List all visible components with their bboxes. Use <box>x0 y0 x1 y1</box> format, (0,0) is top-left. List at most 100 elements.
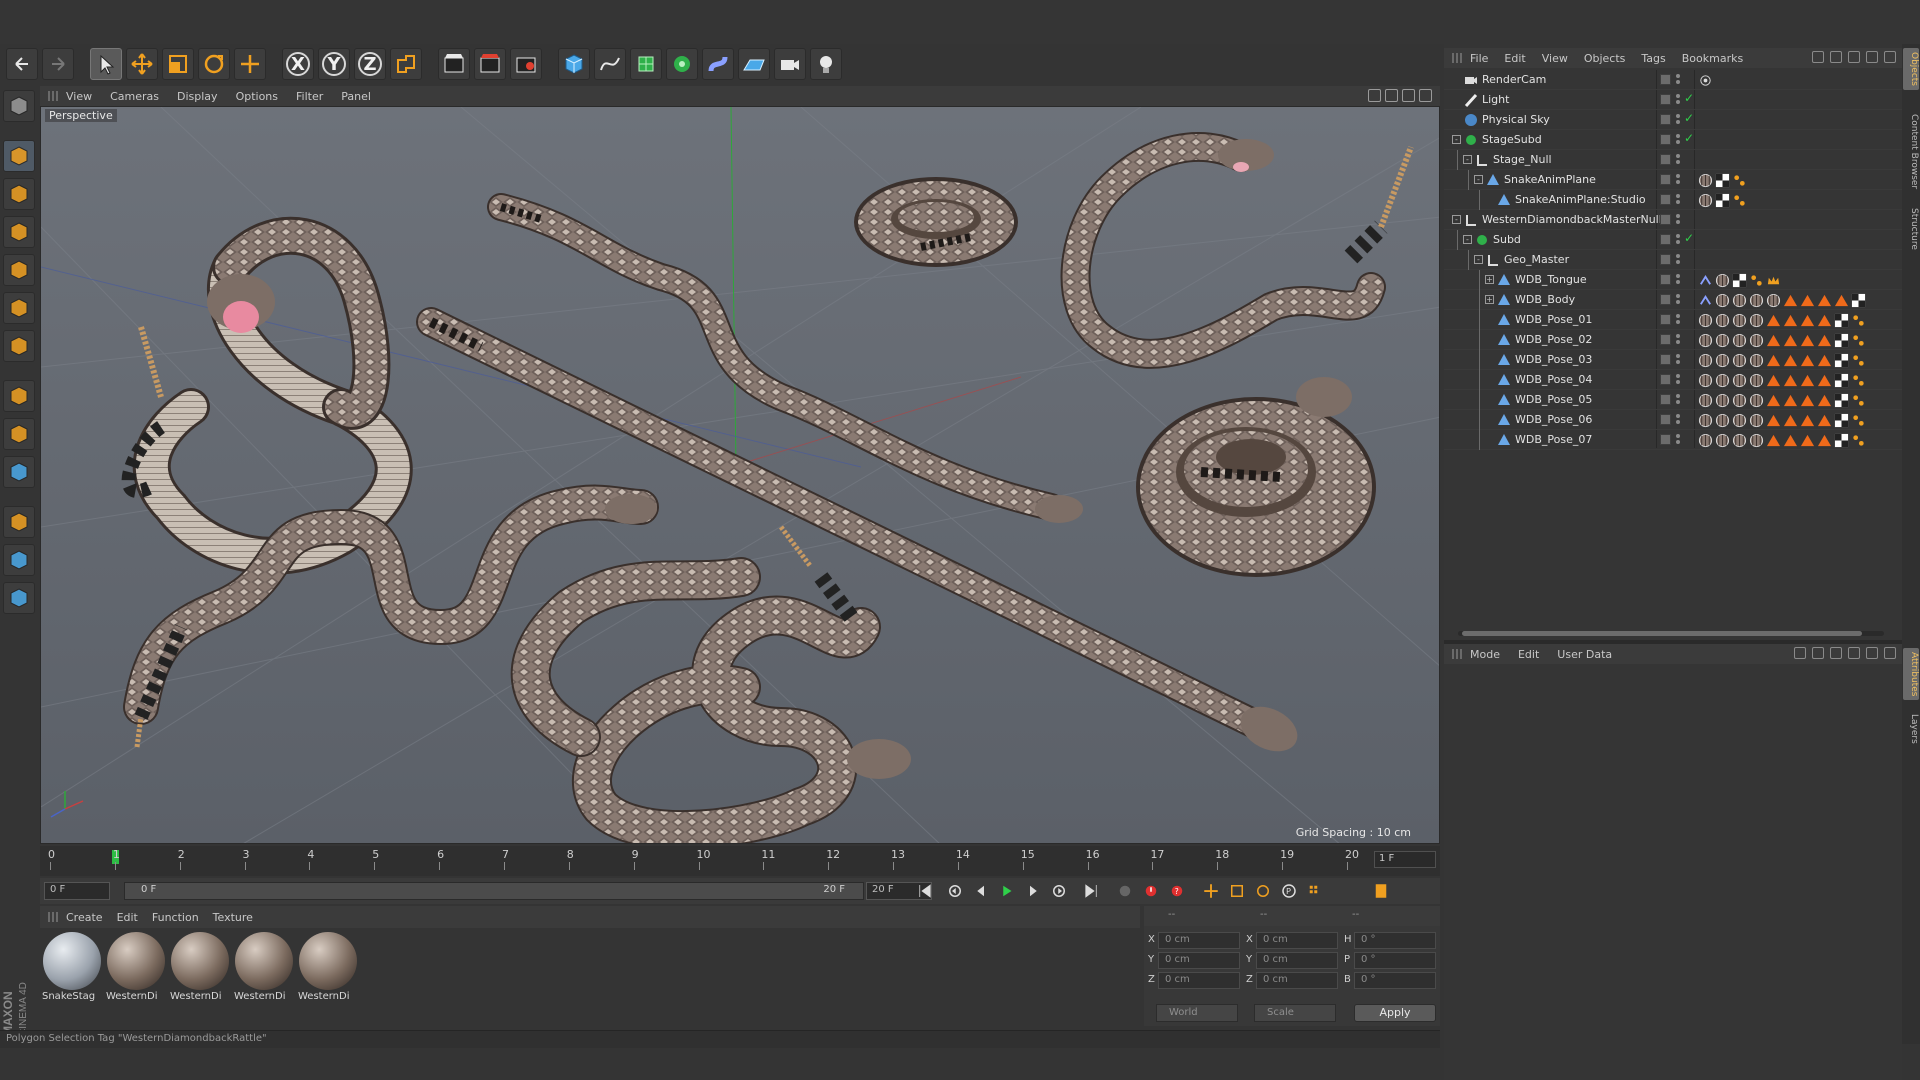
key-parameter-icon[interactable]: P <box>1278 881 1300 901</box>
layer-swatch[interactable] <box>1660 394 1671 405</box>
floor-icon[interactable] <box>738 48 770 80</box>
material-menu-edit[interactable]: Edit <box>117 911 138 924</box>
coordinate-system-dropdown[interactable]: World <box>1156 1004 1238 1022</box>
visibility-dots[interactable] <box>1676 214 1682 226</box>
redo-icon[interactable] <box>42 48 74 80</box>
edges-mode-icon[interactable] <box>3 292 35 324</box>
make-editable-icon[interactable] <box>3 90 35 122</box>
move-view-icon[interactable] <box>1368 89 1381 102</box>
material-tag-icon[interactable] <box>1698 173 1713 188</box>
material-tag-icon[interactable] <box>1766 293 1781 308</box>
size-field[interactable]: 0 cm <box>1256 972 1338 989</box>
triangle-tag-icon[interactable] <box>1766 393 1781 408</box>
triangle-tag-icon[interactable] <box>1817 313 1832 328</box>
side-tab-objects[interactable]: Objects <box>1903 48 1919 91</box>
object-row-rendercam[interactable]: RenderCam <box>1444 70 1902 90</box>
light-icon[interactable] <box>810 48 842 80</box>
layer-swatch[interactable] <box>1660 94 1671 105</box>
material-swatch[interactable]: SnakeStag <box>42 932 102 1006</box>
axis-lock-z-button[interactable]: Z <box>354 48 386 80</box>
object-menu-edit[interactable]: Edit <box>1504 52 1525 65</box>
move-icon[interactable] <box>126 48 158 80</box>
material-tag-icon[interactable] <box>1732 333 1747 348</box>
timeline[interactable]: 0 1 2 3 4 5 6 7 8 9 10 11 12 13 14 15 16 17 18 19 20 1 F <box>40 846 1440 876</box>
viewport-menu-panel[interactable]: Panel <box>341 90 371 103</box>
attributes-menu-edit[interactable]: Edit <box>1518 648 1539 661</box>
polygons-mode-icon[interactable] <box>3 330 35 362</box>
next-key-icon[interactable] <box>1048 881 1070 901</box>
selection-tag-icon[interactable] <box>1851 373 1866 388</box>
layer-swatch[interactable] <box>1660 334 1671 345</box>
material-tag-icon[interactable] <box>1732 393 1747 408</box>
object-row-light[interactable]: Light ✓ <box>1444 90 1902 110</box>
axis-mode-icon[interactable] <box>3 380 35 412</box>
object-row-wdb-pose-03[interactable]: WDB_Pose_03 <box>1444 350 1902 370</box>
material-tag-icon[interactable] <box>1749 293 1764 308</box>
autokey-icon[interactable] <box>1140 881 1162 901</box>
previous-frame-icon[interactable] <box>970 881 992 901</box>
layer-swatch[interactable] <box>1660 174 1671 185</box>
material-tag-icon[interactable] <box>1715 353 1730 368</box>
visibility-dots[interactable] <box>1676 394 1682 406</box>
object-row-wdb-pose-06[interactable]: WDB_Pose_06 <box>1444 410 1902 430</box>
selection-tag-icon[interactable] <box>1851 313 1866 328</box>
triangle-tag-icon[interactable] <box>1783 333 1798 348</box>
object-menu-file[interactable]: File <box>1470 52 1488 65</box>
new-window-icon[interactable] <box>1884 647 1896 659</box>
size-field[interactable]: 0 cm <box>1256 952 1338 969</box>
material-tag-icon[interactable] <box>1749 333 1764 348</box>
texture-mode-icon[interactable] <box>3 178 35 210</box>
edit-render-settings-icon[interactable] <box>510 48 542 80</box>
maximize-icon[interactable] <box>1884 51 1896 63</box>
enabled-check-icon[interactable]: ✓ <box>1684 91 1694 105</box>
triangle-tag-icon[interactable] <box>1766 413 1781 428</box>
side-tab-attributes[interactable]: Attributes <box>1903 648 1919 701</box>
checker-tag-icon[interactable] <box>1715 193 1730 208</box>
material-tag-icon[interactable] <box>1715 393 1730 408</box>
previous-key-icon[interactable] <box>944 881 966 901</box>
cloner-icon[interactable] <box>666 48 698 80</box>
selection-tag-icon[interactable] <box>1851 433 1866 448</box>
object-menu-view[interactable]: View <box>1542 52 1568 65</box>
key-scale-icon[interactable] <box>1226 881 1248 901</box>
material-tag-icon[interactable] <box>1715 313 1730 328</box>
up-icon[interactable] <box>1812 647 1824 659</box>
selection-tag-icon[interactable] <box>1732 193 1747 208</box>
material-tag-icon[interactable] <box>1749 313 1764 328</box>
triangle-tag-icon[interactable] <box>1800 393 1815 408</box>
collapse-toggle[interactable]: - <box>1463 155 1472 164</box>
collapse-toggle[interactable]: - <box>1474 255 1483 264</box>
workplane-lock-icon[interactable] <box>3 544 35 576</box>
triangle-tag-icon[interactable] <box>1783 313 1798 328</box>
selection-tag-icon[interactable] <box>1851 413 1866 428</box>
triangle-tag-icon[interactable] <box>1783 353 1798 368</box>
layer-swatch[interactable] <box>1660 414 1671 425</box>
selection-tag-icon[interactable] <box>1851 353 1866 368</box>
checker-tag-icon[interactable] <box>1834 413 1849 428</box>
object-row-subd[interactable]: - Subd ✓ <box>1444 230 1902 250</box>
camera-icon[interactable] <box>774 48 806 80</box>
object-row-stagesubd[interactable]: - StageSubd ✓ <box>1444 130 1902 150</box>
visibility-dots[interactable] <box>1676 154 1682 166</box>
collapse-toggle[interactable]: - <box>1463 235 1472 244</box>
object-row-snakeanimplane-studio[interactable]: SnakeAnimPlane:Studio <box>1444 190 1902 210</box>
visibility-dots[interactable] <box>1676 134 1682 146</box>
visibility-dots[interactable] <box>1676 374 1682 386</box>
triangle-tag-icon[interactable] <box>1800 353 1815 368</box>
key-rotation-icon[interactable] <box>1252 881 1274 901</box>
object-row-wdb-pose-07[interactable]: WDB_Pose_07 <box>1444 430 1902 450</box>
material-tag-icon[interactable] <box>1715 373 1730 388</box>
visibility-dots[interactable] <box>1676 294 1682 306</box>
attributes-menu-user-data[interactable]: User Data <box>1557 648 1612 661</box>
material-tag-icon[interactable] <box>1715 273 1730 288</box>
triangle-tag-icon[interactable] <box>1783 293 1798 308</box>
material-tag-icon[interactable] <box>1698 393 1713 408</box>
tweak-mode-icon[interactable] <box>3 418 35 450</box>
material-tag-icon[interactable] <box>1749 373 1764 388</box>
visibility-dots[interactable] <box>1676 274 1682 286</box>
horizontal-scrollbar[interactable] <box>1448 628 1898 638</box>
triangle-tag-icon[interactable] <box>1766 333 1781 348</box>
go-to-end-icon[interactable] <box>1080 881 1102 901</box>
visibility-dots[interactable] <box>1676 314 1682 326</box>
rotate-view-icon[interactable] <box>1402 89 1415 102</box>
